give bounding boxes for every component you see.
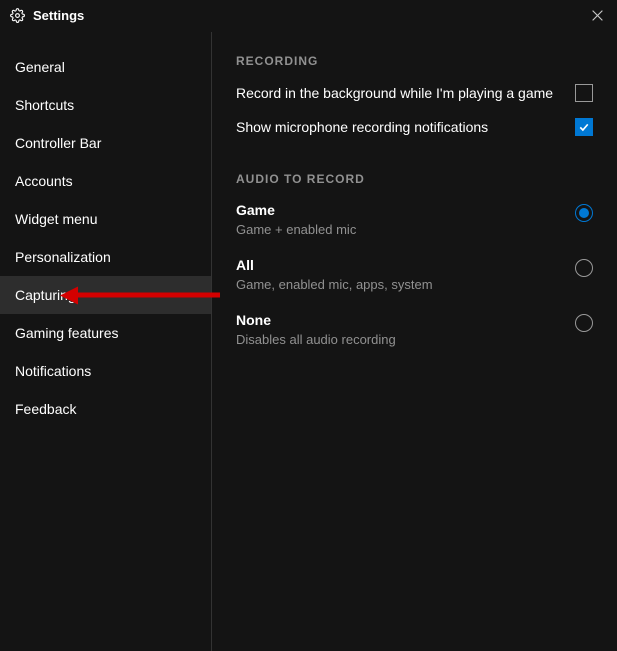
setting-label: Show microphone recording notifications — [236, 119, 488, 135]
radio-desc: Game + enabled mic — [236, 222, 563, 237]
sidebar-item-feedback[interactable]: Feedback — [0, 390, 211, 428]
sidebar-item-notifications[interactable]: Notifications — [0, 352, 211, 390]
sidebar-item-general[interactable]: General — [0, 48, 211, 86]
radio-game[interactable] — [575, 204, 593, 222]
checkbox-record-background[interactable] — [575, 84, 593, 102]
setting-mic-notifications[interactable]: Show microphone recording notifications — [236, 118, 593, 136]
sidebar-item-shortcuts[interactable]: Shortcuts — [0, 86, 211, 124]
radio-title: All — [236, 257, 563, 273]
audio-option-game[interactable]: Game Game + enabled mic — [236, 202, 593, 237]
audio-option-none[interactable]: None Disables all audio recording — [236, 312, 593, 347]
main-panel: RECORDING Record in the background while… — [212, 32, 617, 651]
radio-desc: Disables all audio recording — [236, 332, 563, 347]
sidebar-item-capturing[interactable]: Capturing — [0, 276, 211, 314]
titlebar: Settings — [0, 0, 617, 32]
window-title: Settings — [33, 8, 84, 23]
gear-icon — [10, 8, 25, 23]
radio-title: None — [236, 312, 563, 328]
sidebar-item-accounts[interactable]: Accounts — [0, 162, 211, 200]
sidebar-item-controller-bar[interactable]: Controller Bar — [0, 124, 211, 162]
radio-none[interactable] — [575, 314, 593, 332]
section-header-recording: RECORDING — [236, 54, 593, 68]
sidebar: General Shortcuts Controller Bar Account… — [0, 32, 212, 651]
section-header-audio: AUDIO TO RECORD — [236, 172, 593, 186]
annotation-arrow — [75, 293, 220, 298]
close-button[interactable] — [589, 7, 605, 23]
sidebar-item-gaming-features[interactable]: Gaming features — [0, 314, 211, 352]
sidebar-item-widget-menu[interactable]: Widget menu — [0, 200, 211, 238]
checkbox-mic-notifications[interactable] — [575, 118, 593, 136]
radio-title: Game — [236, 202, 563, 218]
radio-all[interactable] — [575, 259, 593, 277]
setting-record-background[interactable]: Record in the background while I'm playi… — [236, 84, 593, 102]
setting-label: Record in the background while I'm playi… — [236, 85, 553, 101]
radio-desc: Game, enabled mic, apps, system — [236, 277, 563, 292]
audio-option-all[interactable]: All Game, enabled mic, apps, system — [236, 257, 593, 292]
sidebar-item-personalization[interactable]: Personalization — [0, 238, 211, 276]
